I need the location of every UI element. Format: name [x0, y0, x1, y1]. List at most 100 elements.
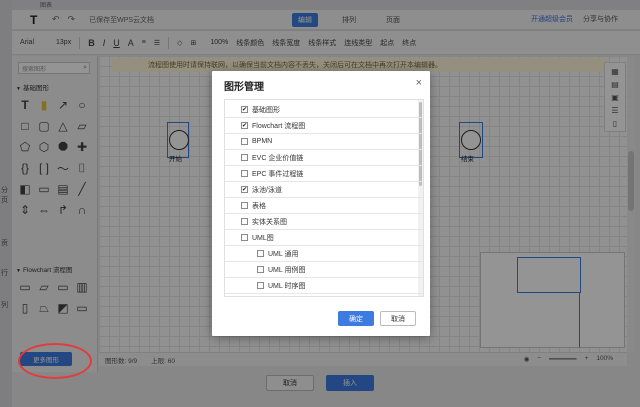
confirm-button[interactable]: 确定 — [338, 311, 374, 326]
bold-icon[interactable]: B — [88, 38, 95, 48]
redo-icon[interactable]: ↷ — [68, 14, 76, 25]
start-arrow-select[interactable]: 起点 — [380, 38, 394, 48]
checkbox[interactable] — [257, 282, 264, 289]
library-option-row[interactable]: UML 时序图 — [225, 278, 423, 294]
card-flow-icon[interactable]: ◩ — [54, 299, 72, 317]
tab-arrange[interactable]: 排列 — [336, 13, 362, 27]
bracket-shape-icon[interactable]: [ ] — [35, 159, 53, 177]
octagon-shape-icon[interactable]: ⯃ — [54, 138, 72, 156]
library-option-row[interactable]: EPC 事件过程链 — [225, 166, 423, 182]
close-icon[interactable]: × — [416, 77, 422, 89]
checkbox[interactable]: ✔ — [241, 106, 248, 113]
checkbox[interactable] — [241, 218, 248, 225]
predefined-flow-icon[interactable]: ▥ — [73, 278, 91, 296]
share-button[interactable]: 分享与协作 — [583, 14, 618, 24]
cancel-button[interactable]: 取消 — [380, 311, 416, 326]
italic-icon[interactable]: I — [103, 38, 106, 48]
end-arrow-select[interactable]: 终点 — [402, 38, 416, 48]
checkbox[interactable] — [241, 202, 248, 209]
library-option-row[interactable]: UML 用例图 — [225, 262, 423, 278]
line-style-select[interactable]: 线条样式 — [308, 38, 336, 48]
process-flow-icon[interactable]: ▭ — [16, 278, 34, 296]
manual-input-icon[interactable]: ⏢ — [35, 299, 53, 317]
eye-icon[interactable]: ◉ — [524, 355, 530, 363]
font-select[interactable]: Arial — [20, 39, 34, 46]
image-icon[interactable]: ▣ — [611, 93, 619, 102]
line-color-select[interactable]: 线条颜色 — [236, 38, 264, 48]
shape-search-input[interactable]: 搜索图形 ⌕ — [18, 62, 90, 74]
category-basic-header[interactable]: ▼ 基础图形 — [16, 82, 49, 92]
undo-icon[interactable]: ↶ — [52, 14, 60, 25]
checkbox[interactable]: ✔ — [241, 186, 248, 193]
zoom-slider[interactable]: ━━━━━━━ — [549, 355, 576, 363]
category-flowchart-header[interactable]: ▼ Flowchart 流程图 — [16, 264, 72, 274]
font-color-icon[interactable]: A — [128, 38, 134, 48]
checkbox[interactable] — [241, 154, 248, 161]
library-option-row[interactable]: UML 通用 — [225, 246, 423, 262]
library-option-row[interactable]: UML 类图 — [225, 294, 423, 296]
zoom-out-icon[interactable]: − — [537, 355, 541, 363]
lr-arrow-icon[interactable]: ⇔ — [35, 201, 53, 219]
rounded-rect-icon[interactable]: ▢ — [35, 117, 53, 135]
checkbox[interactable] — [241, 170, 248, 177]
minimap-viewport[interactable] — [517, 257, 581, 293]
canvas-scrollbar[interactable] — [627, 56, 635, 352]
scroll-thumb[interactable] — [628, 151, 634, 211]
checkbox[interactable] — [257, 250, 264, 257]
library-option-row[interactable]: EVC 企业价值链 — [225, 150, 423, 166]
wave-shape-icon[interactable]: 〜 — [54, 159, 72, 177]
outline-icon[interactable]: ☰ — [611, 106, 618, 115]
zoom-select[interactable]: 100% — [210, 39, 228, 46]
checkbox[interactable] — [241, 138, 248, 145]
library-option-row[interactable]: ✔ Flowchart 流程图 — [225, 118, 423, 134]
note-shape-icon[interactable]: ▮ — [35, 96, 53, 114]
align-icon[interactable]: ≡ — [142, 39, 146, 46]
zoom-in-icon[interactable]: + — [585, 355, 589, 363]
font-size-select[interactable]: 13px — [56, 39, 71, 46]
hexagon-shape-icon[interactable]: ⬡ — [35, 138, 53, 156]
minimap[interactable] — [480, 252, 625, 348]
parallelogram-icon[interactable]: ▱ — [73, 117, 91, 135]
circle-shape-icon[interactable]: ○ — [73, 96, 91, 114]
line-width-select[interactable]: 线条宽度 — [272, 38, 300, 48]
start-node[interactable] — [169, 130, 189, 150]
tape-flow-icon[interactable]: ▭ — [73, 299, 91, 317]
underline-icon[interactable]: U — [113, 38, 120, 48]
line-shape-icon[interactable]: ╱ — [73, 180, 91, 198]
page-icon[interactable]: ▤ — [611, 80, 619, 89]
double-arrow-icon[interactable]: ⇕ — [16, 201, 34, 219]
connector-select[interactable]: 连线类型 — [344, 38, 372, 48]
document-shape-icon[interactable]: ▭ — [35, 180, 53, 198]
checkbox[interactable]: ✔ — [241, 122, 248, 129]
file-icon[interactable]: ▯ — [613, 119, 617, 128]
style-icon[interactable]: ⊞ — [191, 39, 197, 47]
library-option-row[interactable]: UML图 — [225, 230, 423, 246]
text-shape-icon[interactable]: T — [16, 96, 34, 114]
cylinder-shape-icon[interactable]: ⌷ — [73, 159, 91, 177]
pentagon-shape-icon[interactable]: ⬠ — [16, 138, 34, 156]
outer-cancel-button[interactable]: 取消 — [266, 375, 314, 391]
insert-button[interactable]: 插入 — [326, 375, 374, 391]
library-option-row[interactable]: ✔ 泳池/泳道 — [225, 182, 423, 198]
fill-icon[interactable]: ◇ — [177, 39, 182, 47]
format-panel-icon[interactable]: ▦ — [611, 67, 619, 76]
library-option-row[interactable]: BPMN — [225, 134, 423, 150]
library-option-row[interactable]: ✔ 基础图形 — [225, 102, 423, 118]
search-icon[interactable]: ⌕ — [83, 64, 87, 72]
checkbox[interactable] — [241, 234, 248, 241]
member-link[interactable]: 开通超级会员 — [531, 14, 573, 24]
library-option-row[interactable]: 表格 — [225, 198, 423, 214]
cross-shape-icon[interactable]: ✚ — [73, 138, 91, 156]
card-shape-icon[interactable]: ◧ — [16, 180, 34, 198]
turn-arrow-icon[interactable]: ↱ — [54, 201, 72, 219]
library-option-row[interactable]: 实体关系图 — [225, 214, 423, 230]
valign-icon[interactable]: ☰ — [154, 39, 160, 47]
data-flow-icon[interactable]: ▱ — [35, 278, 53, 296]
brace-shape-icon[interactable]: {} — [16, 159, 34, 177]
triangle-shape-icon[interactable]: △ — [54, 117, 72, 135]
end-node[interactable] — [461, 130, 481, 150]
tab-page[interactable]: 页面 — [380, 13, 406, 27]
document-flow-icon[interactable]: ▭ — [54, 278, 72, 296]
tab-edit[interactable]: 编辑 — [292, 13, 318, 27]
u-arrow-icon[interactable]: ∩ — [73, 201, 91, 219]
